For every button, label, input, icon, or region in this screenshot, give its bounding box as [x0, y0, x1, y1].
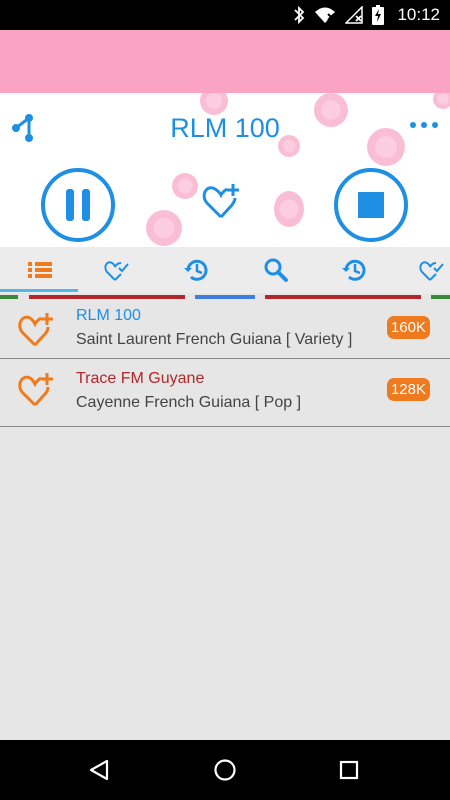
decorative-flower: [274, 191, 304, 227]
status-bar: 10:12: [0, 0, 450, 30]
decorative-flower: [146, 210, 182, 246]
bitrate-badge: 160K: [386, 316, 430, 339]
list-item[interactable]: RLM 100 Saint Laurent French Guiana [ Va…: [0, 302, 450, 359]
bluetooth-icon: [294, 6, 305, 24]
home-button[interactable]: [195, 740, 255, 800]
tab-indicator: [0, 295, 18, 299]
battery-charging-icon: [372, 5, 385, 25]
station-description: Saint Laurent French Guiana [ Variety ]: [76, 331, 353, 348]
tab-indicator: [265, 295, 421, 299]
tab-favorites[interactable]: [97, 247, 137, 293]
station-list: RLM 100 Saint Laurent French Guiana [ Va…: [0, 302, 450, 427]
tab-indicator: [29, 295, 185, 299]
list-item[interactable]: Trace FM Guyane Cayenne French Guiana [ …: [0, 359, 450, 427]
tab-bar: [0, 247, 450, 299]
bitrate-badge: 128K: [386, 378, 430, 401]
favorite-add-icon[interactable]: [18, 311, 58, 349]
favorite-add-icon[interactable]: [202, 181, 246, 221]
header-band: [0, 30, 450, 93]
player-header: RLM 100: [0, 93, 450, 163]
favorite-add-icon[interactable]: [18, 371, 58, 409]
station-title: RLM 100: [170, 113, 280, 143]
wifi-icon: [315, 7, 336, 23]
home-icon: [214, 759, 236, 781]
station-name: RLM 100: [76, 307, 141, 324]
tab-indicator: [0, 289, 78, 292]
history-icon: [342, 259, 366, 281]
more-icon[interactable]: [408, 115, 440, 135]
recents-icon: [339, 760, 359, 780]
player-panel: RLM 100: [0, 93, 450, 247]
back-button[interactable]: [69, 740, 129, 800]
navigation-bar: [0, 740, 450, 800]
back-icon: [89, 759, 109, 781]
signal-icon: [345, 6, 364, 24]
stop-button[interactable]: [333, 167, 409, 243]
favorite-check-icon: [419, 261, 444, 281]
tab-history[interactable]: [176, 247, 216, 293]
search-icon: [264, 258, 288, 282]
tab-station-list[interactable]: [20, 247, 60, 293]
station-name: Trace FM Guyane: [76, 370, 205, 387]
decorative-flower: [172, 173, 198, 199]
recents-button[interactable]: [319, 740, 379, 800]
list-icon: [28, 262, 52, 278]
favorite-check-icon: [104, 261, 129, 281]
tab-search[interactable]: [256, 247, 296, 293]
pause-button[interactable]: [40, 167, 116, 243]
history-icon: [184, 259, 208, 281]
tab-indicator: [195, 295, 255, 299]
station-description: Cayenne French Guiana [ Pop ]: [76, 394, 302, 411]
tab-recent[interactable]: [334, 247, 374, 293]
tab-indicator: [431, 295, 450, 299]
tab-favorites-2[interactable]: [412, 247, 450, 293]
clock: 10:12: [397, 5, 440, 24]
